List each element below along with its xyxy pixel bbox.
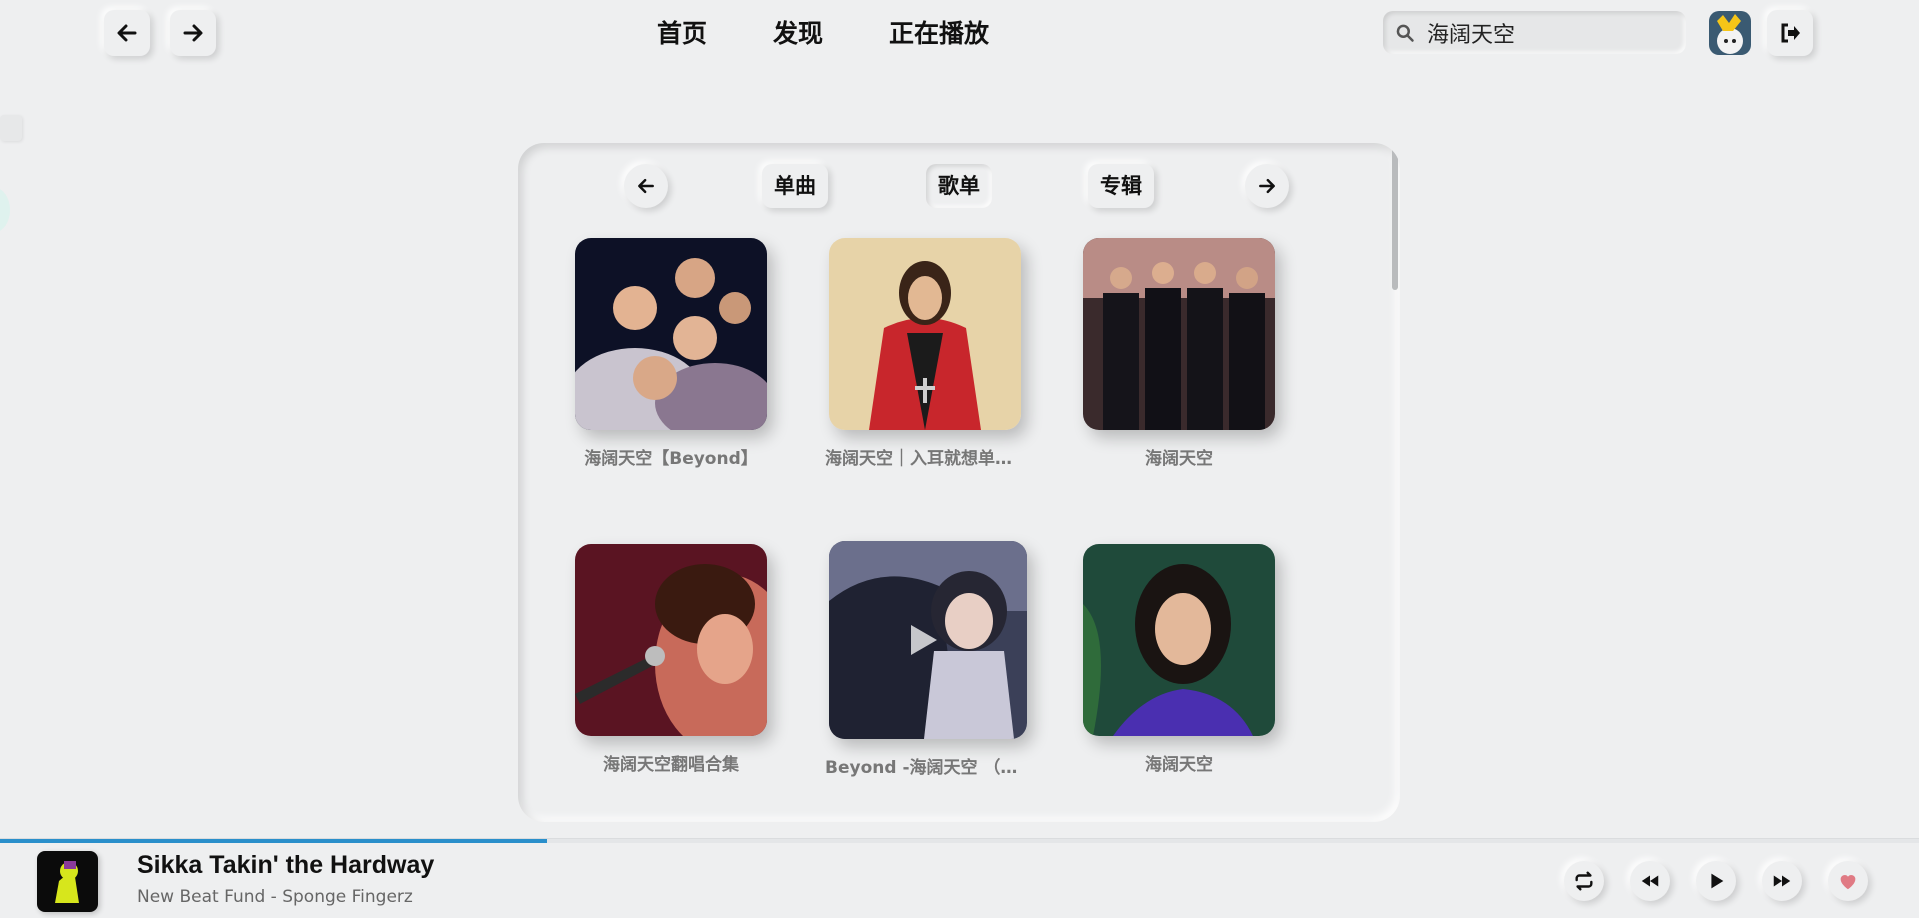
arrow-right-icon [183, 24, 203, 42]
player-bar: Sikka Takin' the Hardway New Beat Fund -… [0, 838, 1919, 918]
playlist-cover[interactable] [829, 541, 1027, 739]
logout-button[interactable] [1767, 10, 1813, 56]
nav-discover[interactable]: 发现 [773, 14, 823, 54]
main-nav: 首页 发现 正在播放 [657, 14, 989, 54]
arrow-left-icon [117, 24, 137, 42]
nav-now-playing[interactable]: 正在播放 [889, 14, 989, 54]
playlist-title: 海阔天空 [1145, 755, 1213, 775]
song-artist: New Beat Fund - Sponge Fingerz [137, 887, 413, 907]
search-results-panel: 单曲 歌单 专辑 海阔天空【Beyond】 海阔天空｜入耳就想单曲循环 海阔天空… [518, 143, 1400, 822]
search-box[interactable] [1383, 11, 1686, 54]
side-handle[interactable] [0, 115, 22, 141]
side-indicator [0, 188, 10, 232]
playlist-title: 海阔天空翻唱合集 [603, 755, 739, 775]
playlist-card[interactable]: 海阔天空 [1083, 238, 1275, 469]
playlist-title: 海阔天空｜入耳就想单曲循环 [825, 449, 1025, 469]
scrollbar[interactable] [1392, 143, 1398, 290]
playlist-title: 海阔天空 [1145, 449, 1213, 469]
playlist-card[interactable]: 海阔天空翻唱合集 [575, 544, 767, 775]
rewind-icon [1641, 875, 1659, 887]
tab-songs[interactable]: 单曲 [762, 164, 828, 208]
progress-track[interactable] [0, 839, 1919, 843]
repeat-button[interactable] [1564, 861, 1604, 901]
playlist-title: 海阔天空【Beyond】 [584, 449, 758, 469]
playlist-card[interactable]: 海阔天空 [1083, 544, 1275, 775]
tabs-next-button[interactable] [1245, 164, 1289, 208]
heart-icon [1840, 875, 1856, 890]
like-button[interactable] [1828, 861, 1868, 901]
repeat-icon [1575, 871, 1593, 891]
tabs-prev-button[interactable] [624, 164, 668, 208]
playlist-title: Beyond -海阔天空 （D... [825, 758, 1025, 778]
playlist-cover[interactable] [829, 238, 1021, 430]
search-input[interactable] [1427, 20, 1667, 45]
playlist-card[interactable]: Beyond -海阔天空 （D... [825, 541, 1027, 778]
playlist-card[interactable]: 海阔天空｜入耳就想单曲循环 [825, 238, 1025, 469]
logout-icon [1781, 23, 1800, 43]
playlist-cover[interactable] [575, 238, 767, 430]
user-avatar[interactable] [1709, 11, 1751, 55]
playlist-cover[interactable] [1083, 238, 1275, 430]
tab-playlists[interactable]: 歌单 [926, 164, 992, 208]
play-button[interactable] [1696, 861, 1736, 901]
play-icon [1711, 873, 1724, 889]
playlist-cover[interactable] [1083, 544, 1275, 736]
arrow-right-icon [1259, 178, 1275, 194]
now-playing-cover[interactable] [37, 851, 98, 912]
forward-button[interactable] [170, 10, 216, 56]
playlist-cover[interactable] [575, 544, 767, 736]
rewind-button[interactable] [1630, 861, 1670, 901]
search-icon [1396, 24, 1414, 42]
tab-albums[interactable]: 专辑 [1088, 164, 1154, 208]
fast-forward-icon [1773, 875, 1791, 887]
playlist-card[interactable]: 海阔天空【Beyond】 [575, 238, 767, 469]
arrow-left-icon [638, 178, 654, 194]
nav-home[interactable]: 首页 [657, 14, 707, 54]
song-title: Sikka Takin' the Hardway [137, 851, 435, 879]
back-button[interactable] [104, 10, 150, 56]
fast-forward-button[interactable] [1762, 861, 1802, 901]
progress-fill [0, 839, 547, 843]
